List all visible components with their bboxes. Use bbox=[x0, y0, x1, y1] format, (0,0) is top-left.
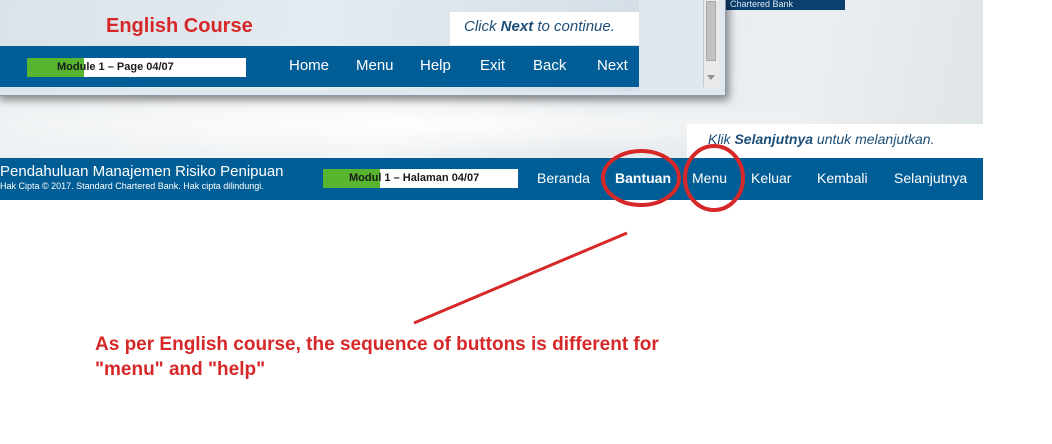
course-navbar: Pendahuluan Manajemen Risiko Penipuan Ha… bbox=[0, 158, 983, 200]
instruction-emphasis: Selanjutnya bbox=[734, 131, 814, 147]
scrollbar-thumb[interactable] bbox=[706, 1, 716, 61]
progress-bar: Module 1 – Page 04/07 bbox=[27, 58, 246, 77]
home-button[interactable]: Beranda bbox=[537, 170, 590, 186]
help-button[interactable]: Help bbox=[420, 57, 451, 74]
next-button[interactable]: Selanjutnya bbox=[894, 170, 967, 186]
english-course-label: English Course bbox=[106, 15, 253, 37]
home-button[interactable]: Home bbox=[289, 57, 329, 74]
back-button[interactable]: Back bbox=[533, 57, 566, 74]
bank-tag: Chartered Bank bbox=[726, 0, 845, 10]
continue-instruction: Click Next to continue. bbox=[450, 12, 639, 45]
next-button[interactable]: Next bbox=[597, 57, 628, 74]
back-button[interactable]: Kembali bbox=[817, 170, 868, 186]
progress-label: Modul 1 – Halaman 04/07 bbox=[349, 172, 480, 184]
annotation-note-line-2: "menu" and "help" bbox=[95, 359, 266, 380]
continue-instruction: Klik Selanjutnya untuk melanjutkan. bbox=[687, 124, 983, 158]
exit-button[interactable]: Exit bbox=[480, 57, 505, 74]
instruction-suffix: untuk melanjutkan. bbox=[813, 131, 935, 147]
help-button[interactable]: Bantuan bbox=[615, 170, 671, 186]
vertical-scrollbar[interactable] bbox=[703, 0, 719, 87]
annotation-note: As per English course, the sequence of b… bbox=[95, 332, 795, 382]
annotation-pointer-line bbox=[413, 231, 628, 325]
course-title: Pendahuluan Manajemen Risiko Penipuan bbox=[0, 163, 284, 180]
instruction-prefix: Click bbox=[464, 18, 501, 35]
instruction-prefix: Klik bbox=[708, 131, 735, 147]
progress-label: Module 1 – Page 04/07 bbox=[57, 61, 174, 73]
english-course-window: English Course Click Next to continue. M… bbox=[0, 0, 726, 96]
english-course-content: English Course Click Next to continue. M… bbox=[0, 0, 639, 91]
menu-button[interactable]: Menu bbox=[356, 57, 394, 74]
copyright-text: Hak Cipta © 2017. Standard Chartered Ban… bbox=[0, 181, 264, 191]
progress-bar: Modul 1 – Halaman 04/07 bbox=[323, 169, 518, 188]
instruction-emphasis: Next bbox=[500, 18, 534, 35]
course-navbar: Module 1 – Page 04/07 Home Menu Help Exi… bbox=[0, 46, 639, 87]
menu-button[interactable]: Menu bbox=[692, 170, 727, 186]
exit-button[interactable]: Keluar bbox=[751, 170, 791, 186]
instruction-suffix: to continue. bbox=[533, 18, 615, 35]
annotation-note-line-1: As per English course, the sequence of b… bbox=[95, 334, 659, 355]
scroll-down-arrow-icon[interactable] bbox=[707, 75, 715, 80]
